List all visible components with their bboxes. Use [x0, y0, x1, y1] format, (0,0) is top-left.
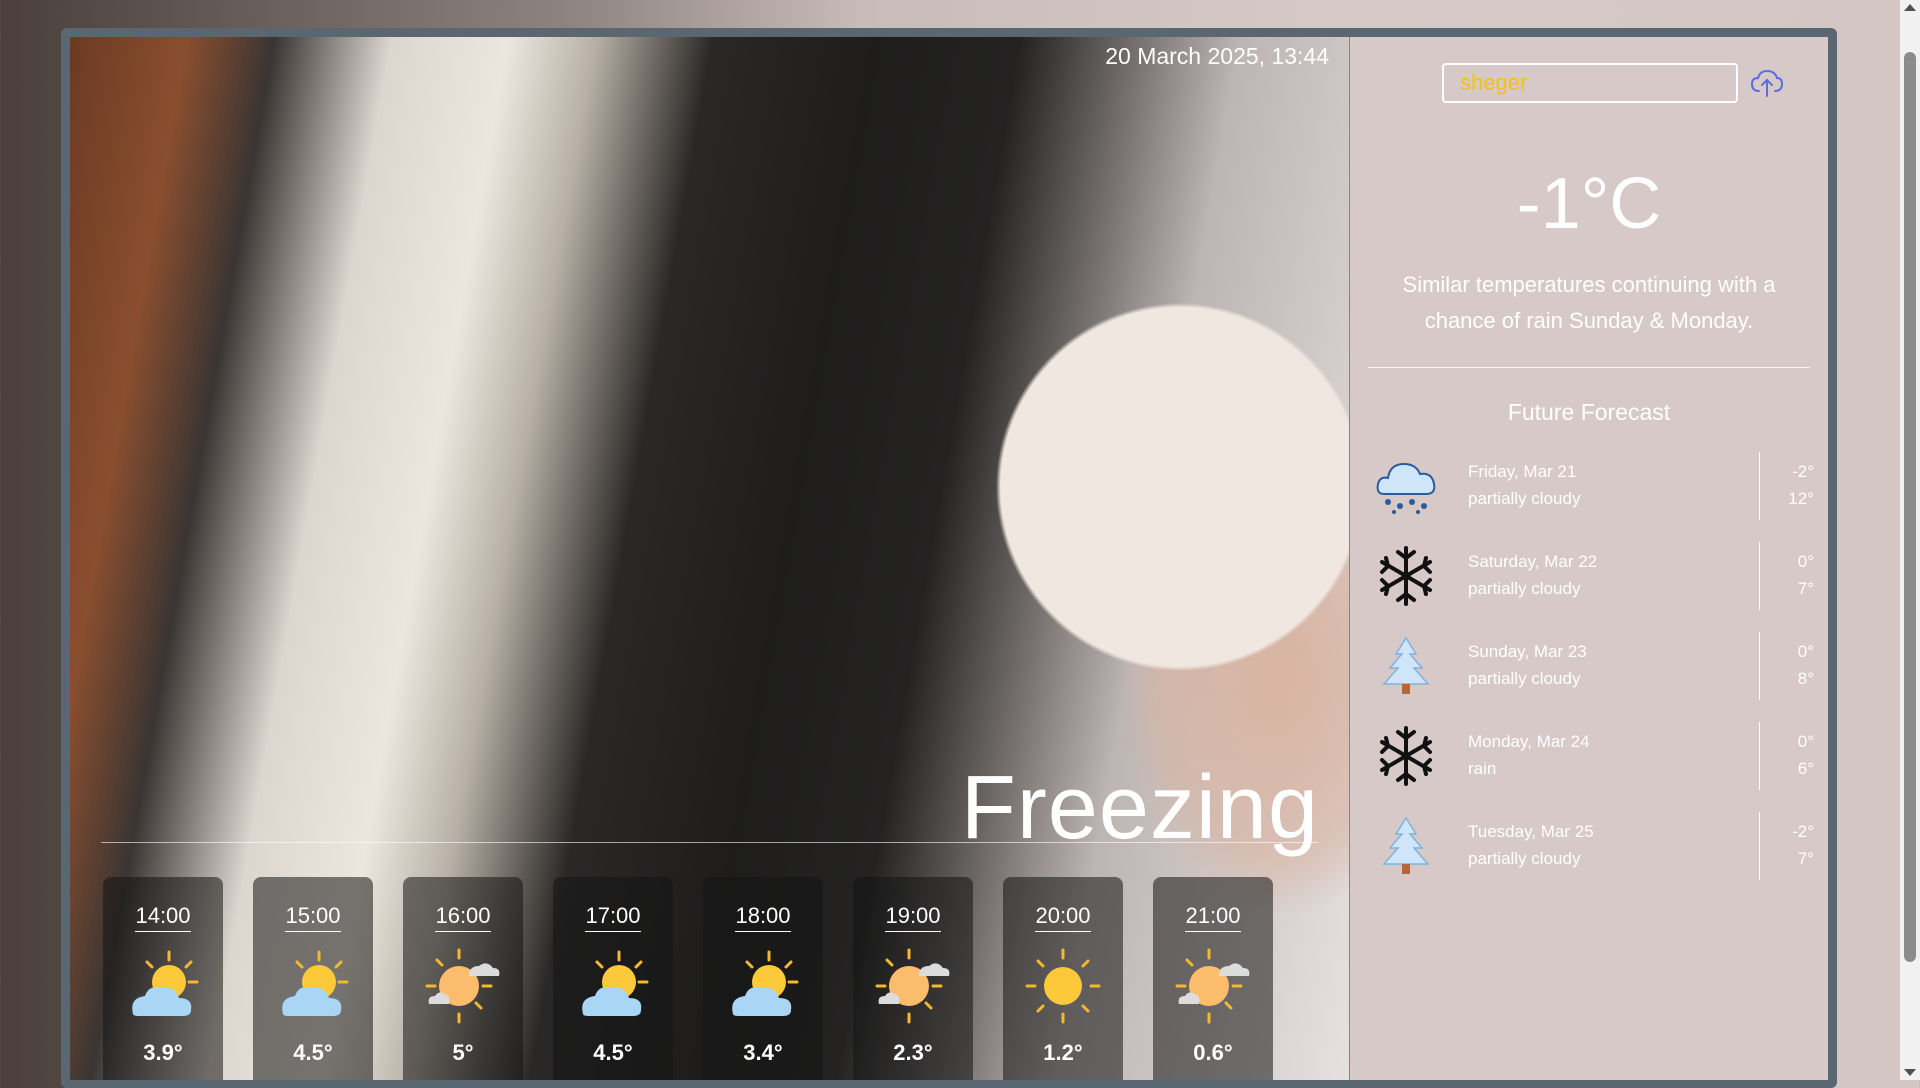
hour-temp: 3.4° — [743, 1040, 783, 1065]
forecast-desc: partially cloudy — [1468, 669, 1581, 688]
hour-temp: 1.2° — [1043, 1040, 1083, 1065]
sun-behind-cloud-icon — [282, 950, 349, 1016]
forecast-day: Tuesday, Mar 25 — [1468, 822, 1594, 841]
hour-time: 18:00 — [735, 903, 791, 932]
hour-temp: 2.3° — [893, 1040, 933, 1065]
weather-summary: Similar temperatures continuing with a c… — [1402, 272, 1776, 333]
forecast-title: Future Forecast — [1507, 399, 1671, 425]
hour-temp: 5° — [452, 1040, 474, 1065]
forecast-high: 12° — [1788, 489, 1814, 508]
sun-behind-cloud-icon — [132, 950, 199, 1016]
search-box — [1442, 63, 1784, 103]
snowflake-icon — [1380, 546, 1432, 606]
condition-title: Freezing — [960, 758, 1319, 858]
forecast-high: 8° — [1797, 669, 1814, 688]
sun-small-cloud-icon — [425, 948, 500, 1024]
main-panel: 20 March 2025, 13:44 Freezing 14:00 3.9°… — [70, 37, 1349, 1080]
forecast-item: Friday, Mar 21 partially cloudy -2° 12° — [1374, 452, 1814, 542]
hourly-forecast: 14:00 3.9° 15:00 4.5° 16:00 5° 17:00 4.5… — [103, 877, 1273, 1080]
hourly-card: 19:00 2.3° — [853, 877, 973, 1080]
forecast-high: 6° — [1797, 759, 1814, 778]
hourly-card: 21:00 0.6° — [1153, 877, 1273, 1080]
hourly-card: 20:00 1.2° — [1003, 877, 1123, 1080]
scroll-down-icon[interactable] — [1904, 1069, 1916, 1076]
hour-time: 20:00 — [1035, 903, 1091, 932]
forecast-item: Saturday, Mar 22 partially cloudy 0° 7° — [1374, 542, 1814, 632]
forecast-low: 0° — [1797, 552, 1814, 571]
forecast-low: -2° — [1792, 462, 1814, 481]
forecast-day: Sunday, Mar 23 — [1468, 642, 1587, 661]
search-input[interactable] — [1444, 69, 1750, 97]
forecast-low: -2° — [1792, 822, 1814, 841]
forecast-text: Tuesday, Mar 25 partially cloudy — [1468, 818, 1594, 872]
hour-time: 17:00 — [585, 903, 641, 932]
hour-time: 21:00 — [1185, 903, 1241, 932]
sun-behind-cloud-icon — [732, 950, 799, 1016]
forecast-item: Tuesday, Mar 25 partially cloudy -2° 7° — [1374, 812, 1814, 902]
forecast-low: 0° — [1797, 732, 1814, 751]
hourly-card: 17:00 4.5° — [553, 877, 673, 1080]
forecast-text: Sunday, Mar 23 partially cloudy — [1468, 638, 1587, 692]
forecast-temps: -2° 12° — [1759, 452, 1814, 520]
current-temperature: -1°C — [1516, 164, 1662, 244]
hour-time: 16:00 — [435, 903, 491, 932]
scroll-up-icon[interactable] — [1904, 4, 1916, 11]
divider — [1368, 367, 1810, 368]
forecast-text: Saturday, Mar 22 partially cloudy — [1468, 548, 1597, 602]
snowy-tree-icon — [1382, 816, 1430, 874]
forecast-high: 7° — [1797, 579, 1814, 598]
hour-temp: 4.5° — [593, 1040, 633, 1065]
hour-temp: 0.6° — [1193, 1040, 1233, 1065]
forecast-item: Sunday, Mar 23 partially cloudy 0° 8° — [1374, 632, 1814, 722]
forecast-temps: 0° 7° — [1759, 542, 1814, 610]
hourly-card: 18:00 3.4° — [703, 877, 823, 1080]
forecast-low: 0° — [1797, 642, 1814, 661]
forecast-temps: -2° 7° — [1759, 812, 1814, 880]
forecast-desc: partially cloudy — [1468, 849, 1581, 868]
hour-time: 14:00 — [135, 903, 191, 932]
forecast-list: Friday, Mar 21 partially cloudy -2° 12° … — [1374, 452, 1814, 902]
upload-cloud-icon[interactable] — [1750, 65, 1784, 101]
forecast-text: Monday, Mar 24 rain — [1468, 728, 1590, 782]
forecast-high: 7° — [1797, 849, 1814, 868]
hourly-card: 16:00 5° — [403, 877, 523, 1080]
forecast-day: Monday, Mar 24 — [1468, 732, 1590, 751]
forecast-desc: partially cloudy — [1468, 489, 1581, 508]
sun-icon — [1025, 948, 1101, 1024]
sun-small-cloud-icon — [1175, 948, 1250, 1024]
hour-time: 15:00 — [285, 903, 341, 932]
date-time: 20 March 2025, 13:44 — [1105, 43, 1329, 69]
hourly-card: 14:00 3.9° — [103, 877, 223, 1080]
forecast-text: Friday, Mar 21 partially cloudy — [1468, 458, 1580, 512]
hour-temp: 4.5° — [293, 1040, 333, 1065]
snow-cloud-icon — [1376, 462, 1436, 514]
sun-small-cloud-icon — [875, 948, 950, 1024]
snowflake-icon — [1380, 726, 1432, 786]
scroll-thumb[interactable] — [1904, 52, 1916, 962]
divider — [101, 842, 1318, 843]
hour-time: 19:00 — [885, 903, 941, 932]
forecast-day: Friday, Mar 21 — [1468, 462, 1577, 481]
forecast-desc: partially cloudy — [1468, 579, 1581, 598]
scrollbar[interactable] — [1900, 0, 1920, 1080]
forecast-desc: rain — [1468, 759, 1497, 778]
forecast-day: Saturday, Mar 22 — [1468, 552, 1598, 571]
forecast-temps: 0° 8° — [1759, 632, 1814, 700]
hour-temp: 3.9° — [143, 1040, 183, 1065]
snowy-tree-icon — [1382, 636, 1430, 694]
forecast-temps: 0° 6° — [1759, 722, 1814, 790]
sidebar: -1°C Similar temperatures continuing wit… — [1349, 37, 1828, 1080]
sun-behind-cloud-icon — [582, 950, 649, 1016]
hourly-card: 15:00 4.5° — [253, 877, 373, 1080]
forecast-item: Monday, Mar 24 rain 0° 6° — [1374, 722, 1814, 812]
